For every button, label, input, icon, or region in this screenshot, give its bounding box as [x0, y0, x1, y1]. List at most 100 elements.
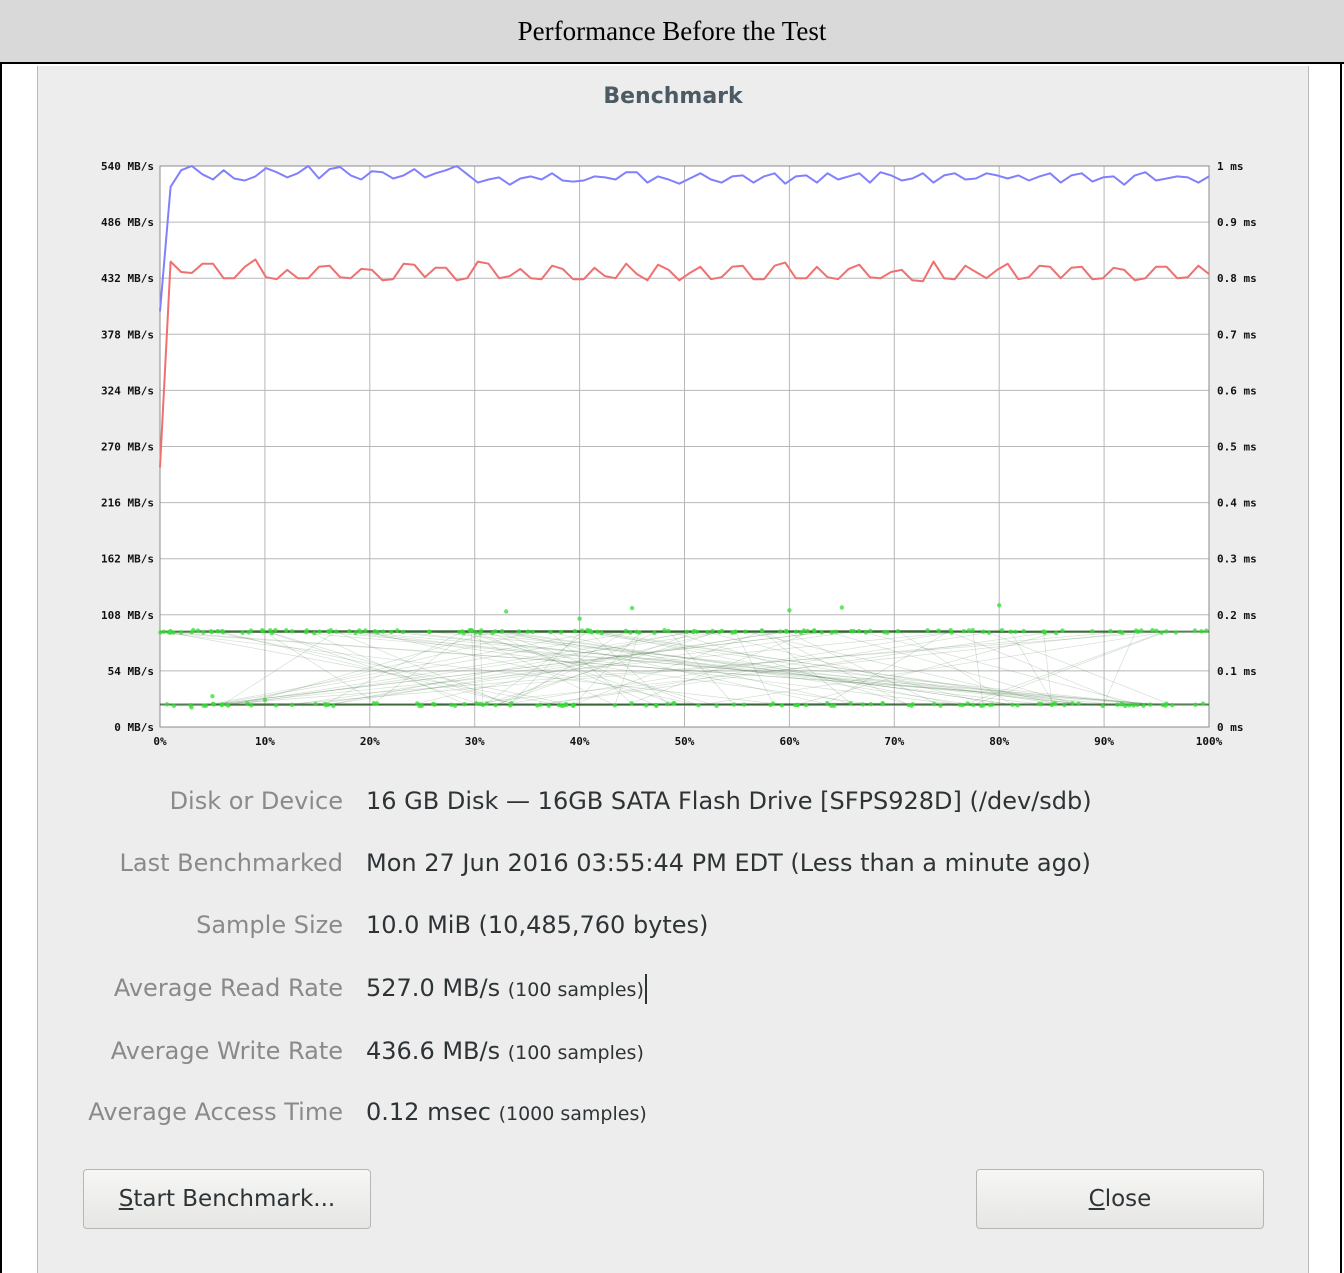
access-time-point: [811, 628, 817, 633]
info-label: Average Read Rate: [113, 974, 343, 1002]
access-time-point: [829, 703, 834, 709]
access-time-point: [793, 702, 798, 708]
access-time-point: [499, 628, 505, 634]
x-tick-label: 100%: [1196, 735, 1223, 748]
access-time-point: [479, 628, 484, 633]
access-time-point: [949, 630, 954, 635]
access-time-point: [493, 629, 498, 634]
access-time-point: [380, 629, 386, 634]
access-time-point: [449, 702, 454, 708]
access-time-point: [357, 628, 362, 633]
access-time-point: [347, 628, 352, 634]
access-time-point: [303, 629, 309, 635]
access-time-point: [1060, 628, 1065, 633]
access-time-point: [220, 702, 225, 707]
access-time-point: [666, 628, 671, 634]
y-tick-label-left: 0 MB/s: [114, 721, 154, 734]
info-value: 10.0 MiB (10,485,760 bytes): [366, 911, 708, 939]
y-tick-label-right: 0 ms: [1217, 721, 1244, 734]
info-row-sample-size: Sample Size 10.0 MiB (10,485,760 bytes): [37, 911, 1309, 951]
y-tick-label-left: 270 MB/s: [101, 441, 154, 454]
access-time-point: [312, 630, 317, 636]
access-time-point: [662, 627, 667, 633]
access-time-point: [691, 629, 696, 635]
access-time-point: [244, 700, 250, 706]
access-time-point: [997, 603, 1002, 608]
y-tick-label-right: 0.2 ms: [1217, 609, 1257, 622]
y-tick-label-right: 0.4 ms: [1217, 497, 1257, 510]
info-row-access-time: Average Access Time 0.12 msec (1000 samp…: [37, 1098, 1309, 1138]
info-row-last-benchmarked: Last Benchmarked Mon 27 Jun 2016 03:55:4…: [37, 849, 1309, 889]
access-time-point: [833, 629, 838, 634]
access-time-point: [334, 629, 339, 634]
y-tick-label-left: 162 MB/s: [101, 553, 154, 566]
close-button[interactable]: Close: [976, 1169, 1264, 1229]
access-time-point: [1159, 630, 1164, 635]
access-time-point: [653, 702, 659, 708]
access-time-point: [623, 628, 629, 633]
access-time-point: [895, 628, 901, 634]
access-time-point: [164, 702, 170, 707]
access-time-point: [283, 628, 289, 633]
access-time-point: [579, 628, 585, 633]
access-time-point: [474, 701, 479, 706]
info-value-text: Mon 27 Jun 2016 03:55:44 PM EDT (Less th…: [366, 849, 1091, 877]
access-time-point: [1135, 702, 1140, 707]
start-benchmark-button[interactable]: Start Benchmark...: [83, 1169, 371, 1229]
access-time-point: [179, 630, 184, 635]
y-tick-label-left: 432 MB/s: [101, 272, 154, 285]
y-tick-label-right: 0.8 ms: [1217, 272, 1257, 285]
access-time-point: [1100, 703, 1105, 709]
access-time-point: [643, 703, 649, 708]
access-time-point: [462, 701, 467, 707]
access-time-point: [829, 630, 834, 635]
access-time-point: [427, 629, 432, 635]
access-time-point: [931, 701, 937, 707]
access-time-point: [970, 627, 975, 633]
info-label: Average Access Time: [88, 1098, 343, 1126]
access-time-point: [1164, 701, 1169, 706]
y-tick-label-left: 54 MB/s: [108, 665, 154, 678]
access-time-point: [516, 629, 522, 634]
access-time-point: [1076, 701, 1081, 706]
access-time-point: [1193, 702, 1198, 707]
access-time-point: [478, 701, 483, 707]
access-time-point: [779, 703, 785, 708]
access-time-point: [960, 702, 965, 708]
access-time-point: [331, 703, 336, 709]
x-tick-label: 80%: [989, 735, 1009, 748]
info-value-text: 10.0 MiB (10,485,760 bytes): [366, 911, 709, 939]
access-time-point: [629, 605, 635, 611]
access-time-point: [860, 702, 866, 707]
access-time-point: [570, 703, 576, 709]
access-time-point: [246, 630, 251, 635]
access-time-point: [628, 630, 633, 635]
access-time-point: [161, 629, 166, 635]
figure-caption: Performance Before the Test: [0, 0, 1344, 64]
access-time-point: [938, 703, 943, 708]
info-value-samples: (100 samples): [507, 979, 644, 1001]
access-time-point: [1010, 702, 1015, 707]
access-time-point: [741, 702, 747, 707]
access-time-point: [1199, 629, 1204, 634]
benchmark-chart-svg: 540 MB/s 1 ms 486 MB/s 0.9 ms 432 MB/s 0.8 ms…: [101, 160, 1257, 748]
access-time-point: [1173, 630, 1179, 635]
x-tick-label: 50%: [675, 735, 695, 748]
access-time-point: [166, 629, 171, 635]
info-value[interactable]: 527.0 MB/s (100 samples): [366, 974, 647, 1004]
x-tick-label: 0%: [153, 735, 167, 748]
close-button-label: lose: [1104, 1186, 1152, 1212]
access-time-point: [730, 630, 735, 635]
access-time-point: [1200, 701, 1206, 706]
y-tick-label-left: 216 MB/s: [101, 497, 154, 510]
access-time-point: [743, 629, 748, 634]
access-time-point: [1204, 628, 1209, 633]
access-time-point: [965, 701, 970, 706]
access-time-point: [1127, 703, 1132, 708]
access-time-point: [868, 701, 874, 707]
access-time-point: [1150, 627, 1155, 633]
access-time-point: [1054, 630, 1059, 636]
access-time-point: [629, 701, 634, 706]
start-button-mnemonic: S: [118, 1186, 134, 1212]
access-time-point: [1131, 703, 1136, 708]
